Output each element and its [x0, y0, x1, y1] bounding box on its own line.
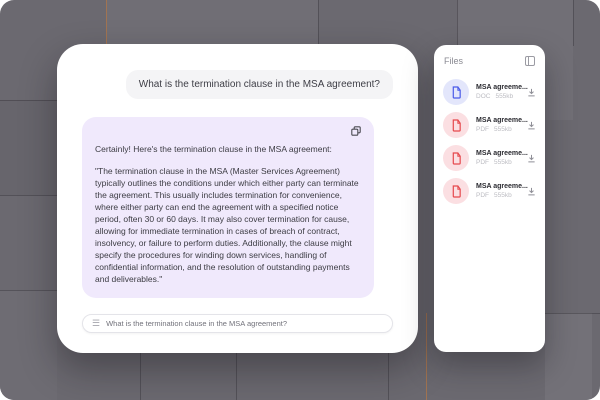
- grid-line: [388, 353, 389, 400]
- copy-icon[interactable]: [351, 126, 361, 136]
- assistant-body-text: "The termination clause in the MSA (Mast…: [95, 165, 361, 285]
- file-info: MSA agreeme... PDF 555kb: [476, 183, 520, 199]
- background-tile: [545, 313, 592, 400]
- file-name: MSA agreeme...: [476, 117, 520, 124]
- file-meta: PDF 555kb: [476, 126, 520, 133]
- chat-window: What is the termination clause in the MS…: [57, 44, 418, 353]
- grid-line: [0, 290, 57, 291]
- desktop-background: What is the termination clause in the MS…: [0, 0, 600, 400]
- assistant-bubble-toolbar: [95, 126, 361, 136]
- download-icon[interactable]: [527, 154, 536, 163]
- file-type: DOC: [476, 93, 490, 100]
- files-panel-title: Files: [444, 56, 463, 66]
- file-size: 555kb: [495, 93, 513, 100]
- grid-line: [236, 353, 237, 400]
- pdf-file-icon: [443, 112, 469, 138]
- file-info: MSA agreeme... PDF 555kb: [476, 117, 520, 133]
- file-size: 555kb: [494, 192, 512, 199]
- grid-line: [545, 313, 600, 314]
- panel-toggle-icon[interactable]: [525, 56, 535, 66]
- file-row[interactable]: MSA agreeme... DOC 555kb: [443, 79, 536, 105]
- file-meta: PDF 555kb: [476, 192, 520, 199]
- file-meta: PDF 555kb: [476, 159, 520, 166]
- chat-spacer: [82, 298, 393, 314]
- file-meta: DOC 555kb: [476, 93, 520, 100]
- pdf-file-icon: [443, 145, 469, 171]
- assistant-message-bubble: Certainly! Here's the termination clause…: [82, 117, 374, 298]
- user-message-bubble: What is the termination clause in the MS…: [126, 70, 393, 99]
- message-input[interactable]: [106, 319, 383, 328]
- grid-line: [426, 313, 427, 400]
- pdf-file-icon: [443, 178, 469, 204]
- grid-line: [573, 0, 574, 46]
- user-message-text: What is the termination clause in the MS…: [139, 79, 380, 90]
- background-tile: [0, 290, 57, 400]
- doc-file-icon: [443, 79, 469, 105]
- file-row[interactable]: MSA agreeme... PDF 555kb: [443, 112, 536, 138]
- grid-line: [318, 0, 319, 44]
- file-row[interactable]: MSA agreeme... PDF 555kb: [443, 178, 536, 204]
- files-panel-header: Files: [443, 56, 536, 66]
- file-name: MSA agreeme...: [476, 183, 520, 190]
- files-panel: Files MSA agreeme... DOC 555kb: [434, 45, 545, 352]
- file-info: MSA agreeme... PDF 555kb: [476, 150, 520, 166]
- file-name: MSA agreeme...: [476, 84, 520, 91]
- file-size: 555kb: [494, 126, 512, 133]
- grid-line: [140, 353, 141, 400]
- file-name: MSA agreeme...: [476, 150, 520, 157]
- download-icon[interactable]: [527, 187, 536, 196]
- file-type: PDF: [476, 126, 489, 133]
- message-input-bar[interactable]: ☰: [82, 314, 393, 333]
- file-size: 555kb: [494, 159, 512, 166]
- menu-icon: ☰: [92, 319, 100, 328]
- background-tile: [0, 100, 57, 195]
- download-icon[interactable]: [527, 121, 536, 130]
- download-icon[interactable]: [527, 88, 536, 97]
- file-row[interactable]: MSA agreeme... PDF 555kb: [443, 145, 536, 171]
- grid-line: [0, 195, 57, 196]
- assistant-intro-text: Certainly! Here's the termination clause…: [95, 143, 361, 155]
- file-type: PDF: [476, 159, 489, 166]
- file-type: PDF: [476, 192, 489, 199]
- file-info: MSA agreeme... DOC 555kb: [476, 84, 520, 100]
